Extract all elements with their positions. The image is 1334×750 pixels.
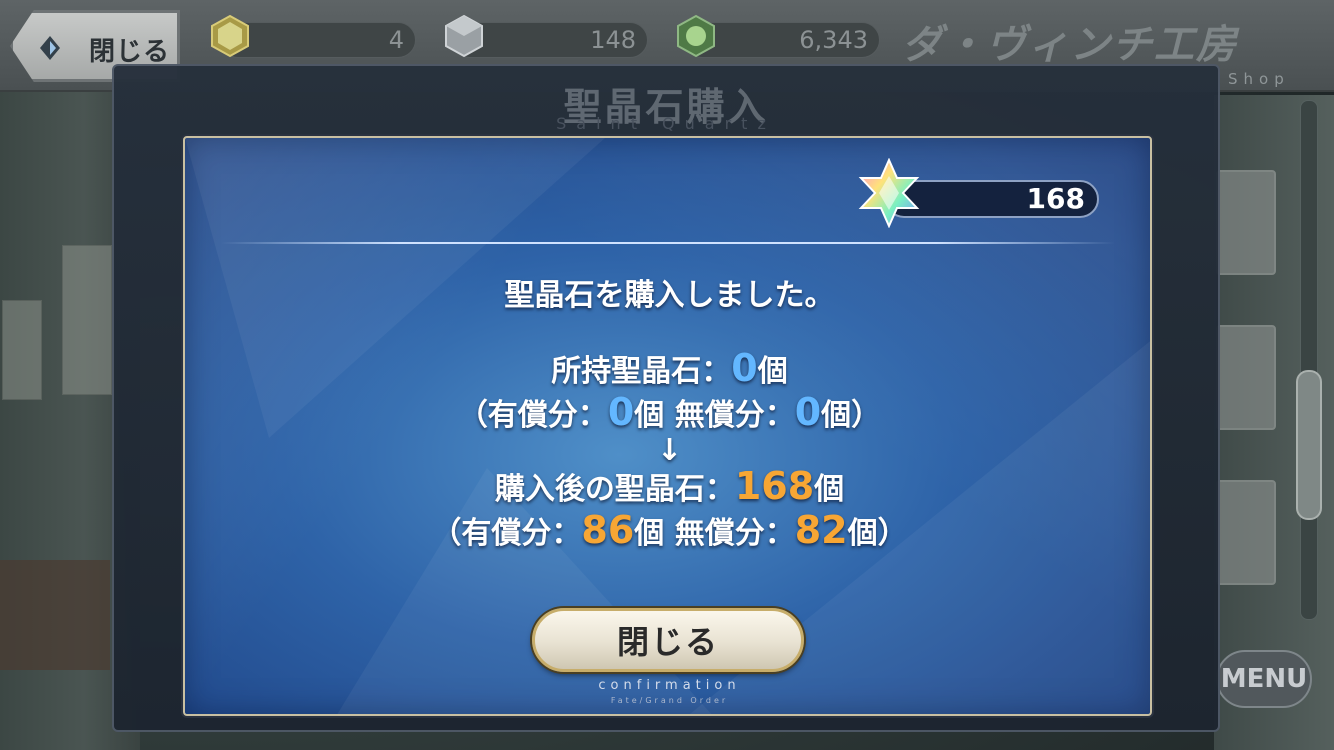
before-close: 個）: [821, 398, 882, 433]
quartz-count: 168: [1026, 182, 1085, 215]
after-paid-label: （有償分：: [431, 516, 582, 551]
background-item-card: [1216, 480, 1276, 585]
before-free-label: 個 無償分：: [634, 398, 795, 433]
silver-cube-icon: [445, 14, 483, 58]
green-count: 6,343: [799, 26, 868, 54]
purchase-complete-message: 聖晶石を購入しました。: [504, 278, 835, 313]
after-total-value: 168: [734, 464, 815, 508]
close-button[interactable]: 閉じる: [532, 608, 804, 672]
before-total-unit: 個: [757, 354, 788, 389]
game-logo-text: Fate/Grand Order: [610, 696, 729, 705]
before-total-value: 0: [731, 346, 758, 390]
background-item-card: [1216, 325, 1276, 430]
silver-count: 148: [590, 26, 636, 54]
after-free-label: 個 無償分：: [634, 516, 795, 551]
background-paper: [2, 300, 42, 400]
back-button-label: 閉じる: [89, 37, 171, 67]
before-free-value: 0: [794, 390, 822, 434]
before-quartz-info: 所持聖晶石：0個 （有償分：0個 無償分：0個） ↓ 購入後の聖晶石：168個 …: [185, 346, 1150, 554]
scrollbar-thumb[interactable]: [1296, 370, 1322, 520]
saint-quartz-icon: [858, 158, 920, 228]
background-shelf: [0, 560, 110, 670]
after-total-unit: 個: [814, 472, 845, 507]
after-total-line: 購入後の聖晶石：168個: [185, 464, 1150, 510]
menu-button[interactable]: MENU: [1216, 650, 1312, 708]
green-hexagon-icon: [677, 14, 715, 58]
arrow-down-icon: ↓: [656, 433, 683, 468]
shop-subtitle: Shop: [1228, 70, 1290, 88]
shop-title: ダ・ヴィンチ工房: [902, 21, 1238, 68]
gold-cube-icon: [211, 14, 249, 58]
after-breakdown-line: （有償分：86個 無償分：82個）: [185, 508, 1150, 554]
after-paid-value: 86: [581, 508, 635, 552]
before-total-line: 所持聖晶石：0個: [185, 346, 1150, 392]
header-divider: [221, 242, 1115, 244]
gold-count: 4: [388, 26, 404, 54]
purchase-complete-dialog: 168 聖晶石を購入しました。 所持聖晶石：0個 （有償分：0個 無償分：0個）…: [183, 136, 1152, 716]
after-free-value: 82: [794, 508, 848, 552]
menu-button-label: MENU: [1220, 664, 1308, 694]
back-arrow-icon: [40, 36, 60, 60]
after-close: 個）: [847, 516, 908, 551]
after-total-label: 購入後の聖晶石：: [494, 472, 735, 507]
before-breakdown-line: （有償分：0個 無償分：0個）: [185, 390, 1150, 436]
before-paid-value: 0: [607, 390, 635, 434]
before-paid-label: （有償分：: [457, 398, 608, 433]
confirmation-label: confirmation: [598, 678, 741, 693]
panel-subtitle: Saint Quartz: [556, 114, 776, 133]
close-button-label: 閉じる: [616, 623, 719, 661]
before-total-label: 所持聖晶石：: [551, 354, 732, 389]
scrollbar-track[interactable]: [1300, 100, 1318, 620]
background-item-card: [1216, 170, 1276, 275]
background-paper: [62, 245, 112, 395]
